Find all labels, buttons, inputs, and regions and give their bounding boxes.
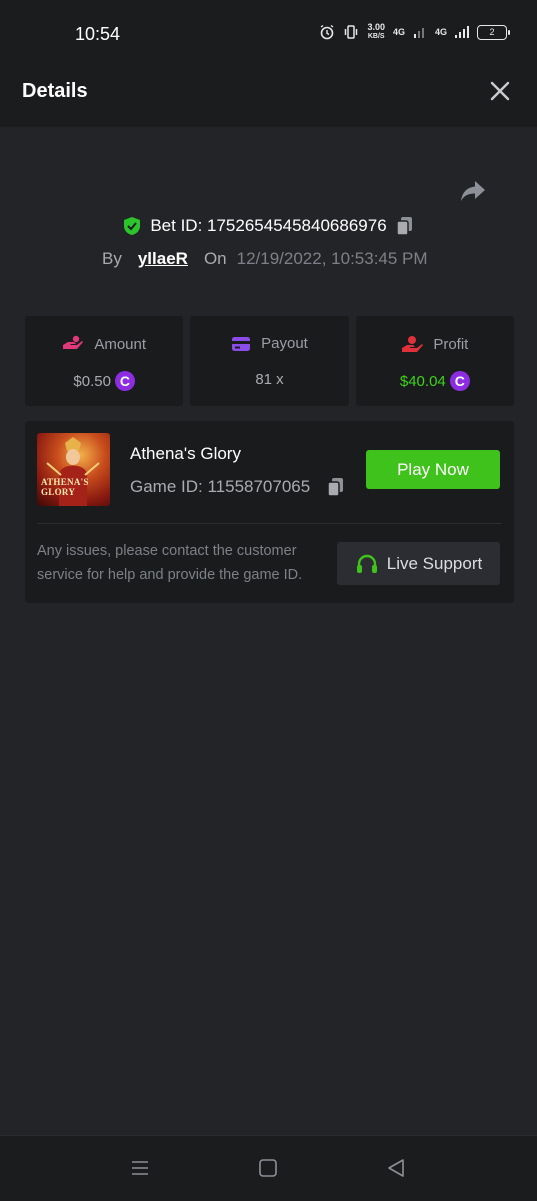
coin-icon: C xyxy=(114,371,135,391)
signal-icon xyxy=(413,28,424,38)
stat-payout: Payout 81 x xyxy=(190,316,349,406)
game-thumbnail[interactable]: ATHENA'S GLORY xyxy=(37,433,110,506)
stat-value: 81 x xyxy=(255,371,284,388)
profit-hand-icon xyxy=(402,336,424,352)
vibrate-icon xyxy=(345,25,358,39)
game-card: ATHENA'S GLORY Athena's Glory Game ID: 1… xyxy=(25,421,514,603)
support-info-text: Any issues, please contact the customer … xyxy=(37,543,303,583)
bet-id-row: Bet ID: 1752654545840686976 xyxy=(0,215,537,237)
game-id: Game ID: 11558707065 xyxy=(130,477,311,496)
by-label: By xyxy=(102,249,122,268)
back-triangle-icon[interactable] xyxy=(384,1156,408,1180)
live-support-button[interactable]: Live Support xyxy=(337,542,500,585)
verified-shield-icon xyxy=(124,217,141,235)
bet-meta-row: By yllaeR On 12/19/2022, 10:53:45 PM xyxy=(102,249,428,269)
hand-coins-icon xyxy=(63,335,84,349)
bet-id: Bet ID: 1752654545840686976 xyxy=(150,216,387,235)
status-time: 10:54 xyxy=(75,24,121,44)
status-bar: 10:54 3.00 KB/S 4G 4G 2 xyxy=(0,0,537,54)
stat-label: Payout xyxy=(261,335,308,352)
game-thumbnail-text: ATHENA'S GLORY xyxy=(41,477,89,497)
share-icon[interactable] xyxy=(458,176,488,206)
battery-icon: 2 xyxy=(477,24,510,40)
game-title: Athena's Glory xyxy=(130,444,241,463)
details-header: Details xyxy=(0,54,537,127)
bet-stats: Amount $0.50 C Payout 81 x Profit $40.04… xyxy=(25,316,514,406)
copy-game-id-icon[interactable] xyxy=(326,476,346,498)
coin-icon: C xyxy=(449,371,470,391)
stat-value: $0.50 xyxy=(73,372,111,390)
on-label: On xyxy=(203,249,227,268)
copy-bet-id-icon[interactable] xyxy=(395,215,415,237)
signal-full-icon xyxy=(455,26,469,38)
game-id-row: Game ID: 11558707065 xyxy=(130,476,346,498)
close-icon[interactable] xyxy=(489,80,511,102)
stat-label: Profit xyxy=(433,335,469,353)
net-speed: 3.00 KB/S xyxy=(367,23,385,41)
stat-value: $40.04 xyxy=(399,372,446,390)
net-speed-unit: KB/S xyxy=(367,33,385,40)
page-title: Details xyxy=(22,80,88,102)
bet-datetime: 12/19/2022, 10:53:45 PM xyxy=(236,249,428,268)
net-speed-value: 3.00 xyxy=(367,22,385,32)
menu-icon[interactable] xyxy=(128,1156,152,1180)
username-link[interactable]: yllaeR xyxy=(138,249,188,269)
system-nav-bar xyxy=(0,1135,537,1201)
signal-label-1: 4G xyxy=(392,27,405,37)
live-support-label: Live Support xyxy=(386,553,483,573)
divider xyxy=(37,523,502,524)
stat-profit: Profit $40.04 C xyxy=(355,316,514,406)
play-now-button[interactable]: Play Now xyxy=(366,450,500,489)
status-icons: 3.00 KB/S 4G 4G 2 xyxy=(319,23,510,41)
home-square-icon[interactable] xyxy=(256,1156,280,1180)
card-icon xyxy=(232,336,251,351)
headset-icon xyxy=(356,554,377,573)
signal-label-2: 4G xyxy=(434,27,447,37)
alarm-icon xyxy=(321,24,334,40)
stat-amount: Amount $0.50 C xyxy=(25,316,184,406)
battery-level: 2 xyxy=(489,27,495,37)
stat-label: Amount xyxy=(94,335,147,353)
